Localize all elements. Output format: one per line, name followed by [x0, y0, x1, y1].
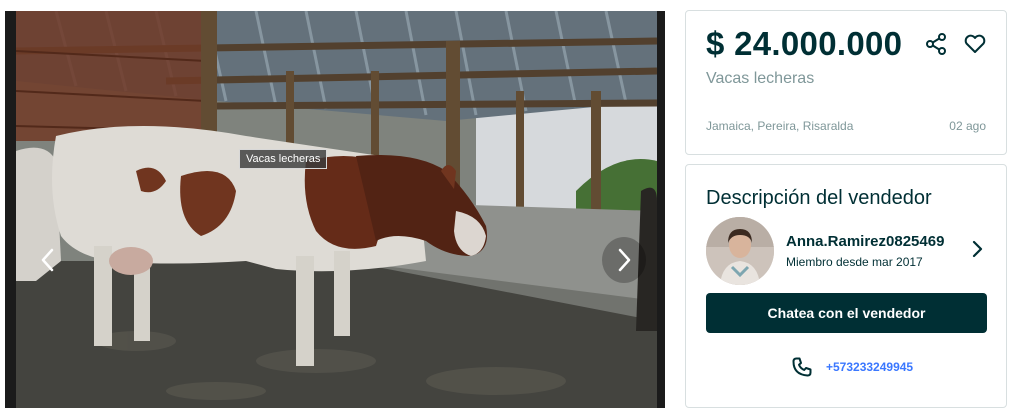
phone-number[interactable]: +573233249945: [826, 360, 913, 374]
seller-avatar-image: [706, 217, 774, 285]
chat-with-seller-button[interactable]: Chatea con el vendedor: [706, 293, 987, 333]
chevron-left-icon: [41, 248, 54, 272]
seller-profile-link[interactable]: [969, 239, 985, 259]
favorite-button[interactable]: [962, 31, 988, 57]
chevron-right-icon: [618, 248, 631, 272]
share-button[interactable]: [923, 31, 949, 57]
price-card: $ 24.000.000 Vacas lecheras Jamaica, Per…: [685, 10, 1007, 155]
seller-member-since: Miembro desde mar 2017: [786, 255, 923, 269]
chevron-right-icon: [972, 240, 983, 258]
listing-location: Jamaica, Pereira, Risaralda: [706, 119, 854, 133]
listing-date: 02 ago: [949, 119, 986, 133]
previous-image-button[interactable]: [26, 237, 70, 283]
image-gallery: Vacas lecheras: [5, 11, 665, 408]
image-tooltip: Vacas lecheras: [239, 149, 328, 169]
phone-icon: [790, 355, 814, 379]
heart-icon: [964, 34, 986, 53]
listing-title: Vacas lecheras: [706, 70, 815, 87]
share-icon: [926, 33, 946, 55]
listing-photo[interactable]: [16, 11, 657, 408]
avatar[interactable]: [706, 217, 774, 285]
seller-heading: Descripción del vendedor: [706, 187, 932, 209]
listing-price: $ 24.000.000: [706, 25, 903, 62]
seller-name[interactable]: Anna.Ramirez0825469: [786, 233, 944, 250]
cow-photo-illustration: [16, 11, 657, 408]
seller-phone-link[interactable]: +573233249945: [790, 355, 913, 379]
next-image-button[interactable]: [602, 237, 646, 283]
seller-card: Descripción del vendedor Anna.Ramirez082…: [685, 164, 1007, 408]
